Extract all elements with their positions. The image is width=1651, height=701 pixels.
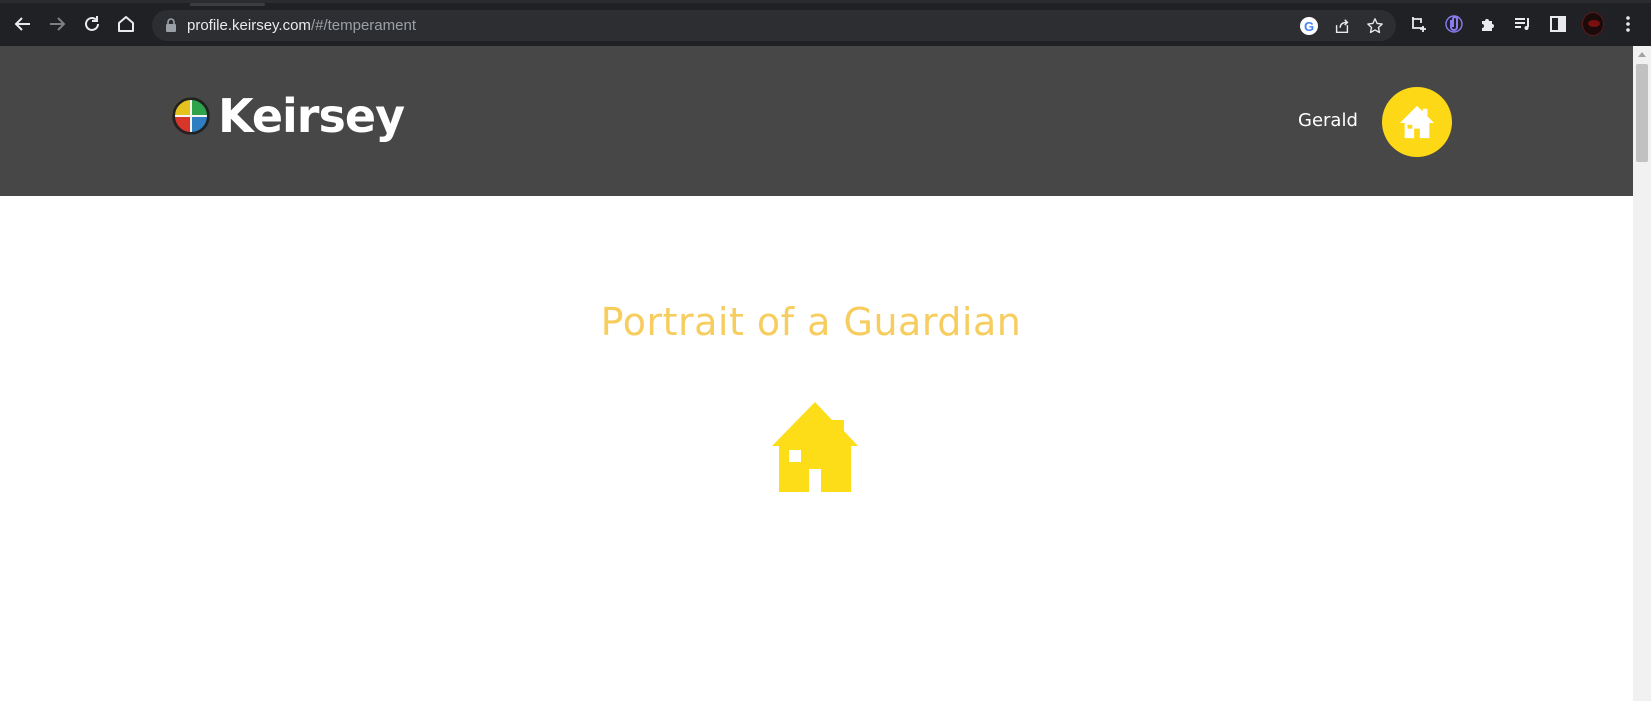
url-path: /#/temperament bbox=[310, 17, 416, 34]
bookmark-button[interactable] bbox=[1365, 16, 1385, 36]
arrow-right-icon bbox=[50, 17, 66, 31]
playlist-icon bbox=[1515, 18, 1529, 30]
arrow-left-icon bbox=[14, 17, 30, 31]
house-icon bbox=[1399, 105, 1435, 139]
scroll-up-arrow-icon[interactable] bbox=[1638, 52, 1646, 57]
home-button[interactable] bbox=[115, 13, 137, 35]
screenshot-extension-button[interactable] bbox=[1408, 13, 1430, 35]
puzzle-icon bbox=[1482, 19, 1494, 31]
user-avatar[interactable] bbox=[1382, 87, 1452, 157]
site-header: Keirsey Gerald bbox=[0, 46, 1633, 196]
share-button[interactable] bbox=[1332, 16, 1352, 36]
lock-icon bbox=[166, 18, 176, 32]
browser-menu-button[interactable] bbox=[1617, 13, 1639, 35]
side-panel-icon bbox=[1550, 16, 1566, 32]
clip-extension-icon bbox=[1445, 15, 1463, 33]
reload-icon bbox=[85, 16, 99, 31]
profile-button[interactable] bbox=[1582, 12, 1604, 36]
more-vert-icon bbox=[1626, 16, 1630, 32]
user-name[interactable]: Gerald bbox=[1298, 110, 1358, 132]
forward-button[interactable] bbox=[46, 13, 68, 35]
address-text[interactable]: profile.keirsey.com/#/temperament bbox=[187, 16, 416, 35]
main-content: Portrait of a Guardian bbox=[0, 196, 1633, 701]
url-host: profile.keirsey.com bbox=[187, 17, 311, 34]
extensions-menu-button[interactable] bbox=[1477, 13, 1499, 35]
browser-toolbar: profile.keirsey.com/#/temperament G bbox=[0, 0, 1651, 46]
side-panel-button[interactable] bbox=[1547, 13, 1569, 35]
keirsey-logo-icon bbox=[172, 97, 210, 135]
crop-add-icon bbox=[1412, 17, 1426, 32]
page-title: Portrait of a Guardian bbox=[600, 300, 1022, 344]
scrollbar-thumb[interactable] bbox=[1636, 64, 1648, 162]
address-bar[interactable]: profile.keirsey.com/#/temperament G bbox=[152, 10, 1396, 41]
reload-button[interactable] bbox=[81, 13, 103, 35]
home-outline-icon bbox=[118, 16, 134, 32]
media-controls-button[interactable] bbox=[1512, 13, 1534, 35]
page-scrollbar[interactable] bbox=[1633, 46, 1651, 701]
profile-avatar-icon bbox=[1582, 12, 1604, 36]
keirsey-logo[interactable]: Keirsey bbox=[172, 86, 405, 146]
share-icon bbox=[1335, 19, 1349, 34]
back-button[interactable] bbox=[12, 13, 34, 35]
brand-name: Keirsey bbox=[218, 89, 405, 143]
star-icon bbox=[1367, 18, 1383, 34]
google-lens-button[interactable]: G bbox=[1299, 16, 1319, 36]
house-icon bbox=[772, 402, 858, 492]
browser-tab-indicator[interactable] bbox=[190, 3, 265, 6]
extension-button[interactable] bbox=[1443, 13, 1465, 35]
google-icon: G bbox=[1300, 17, 1318, 35]
